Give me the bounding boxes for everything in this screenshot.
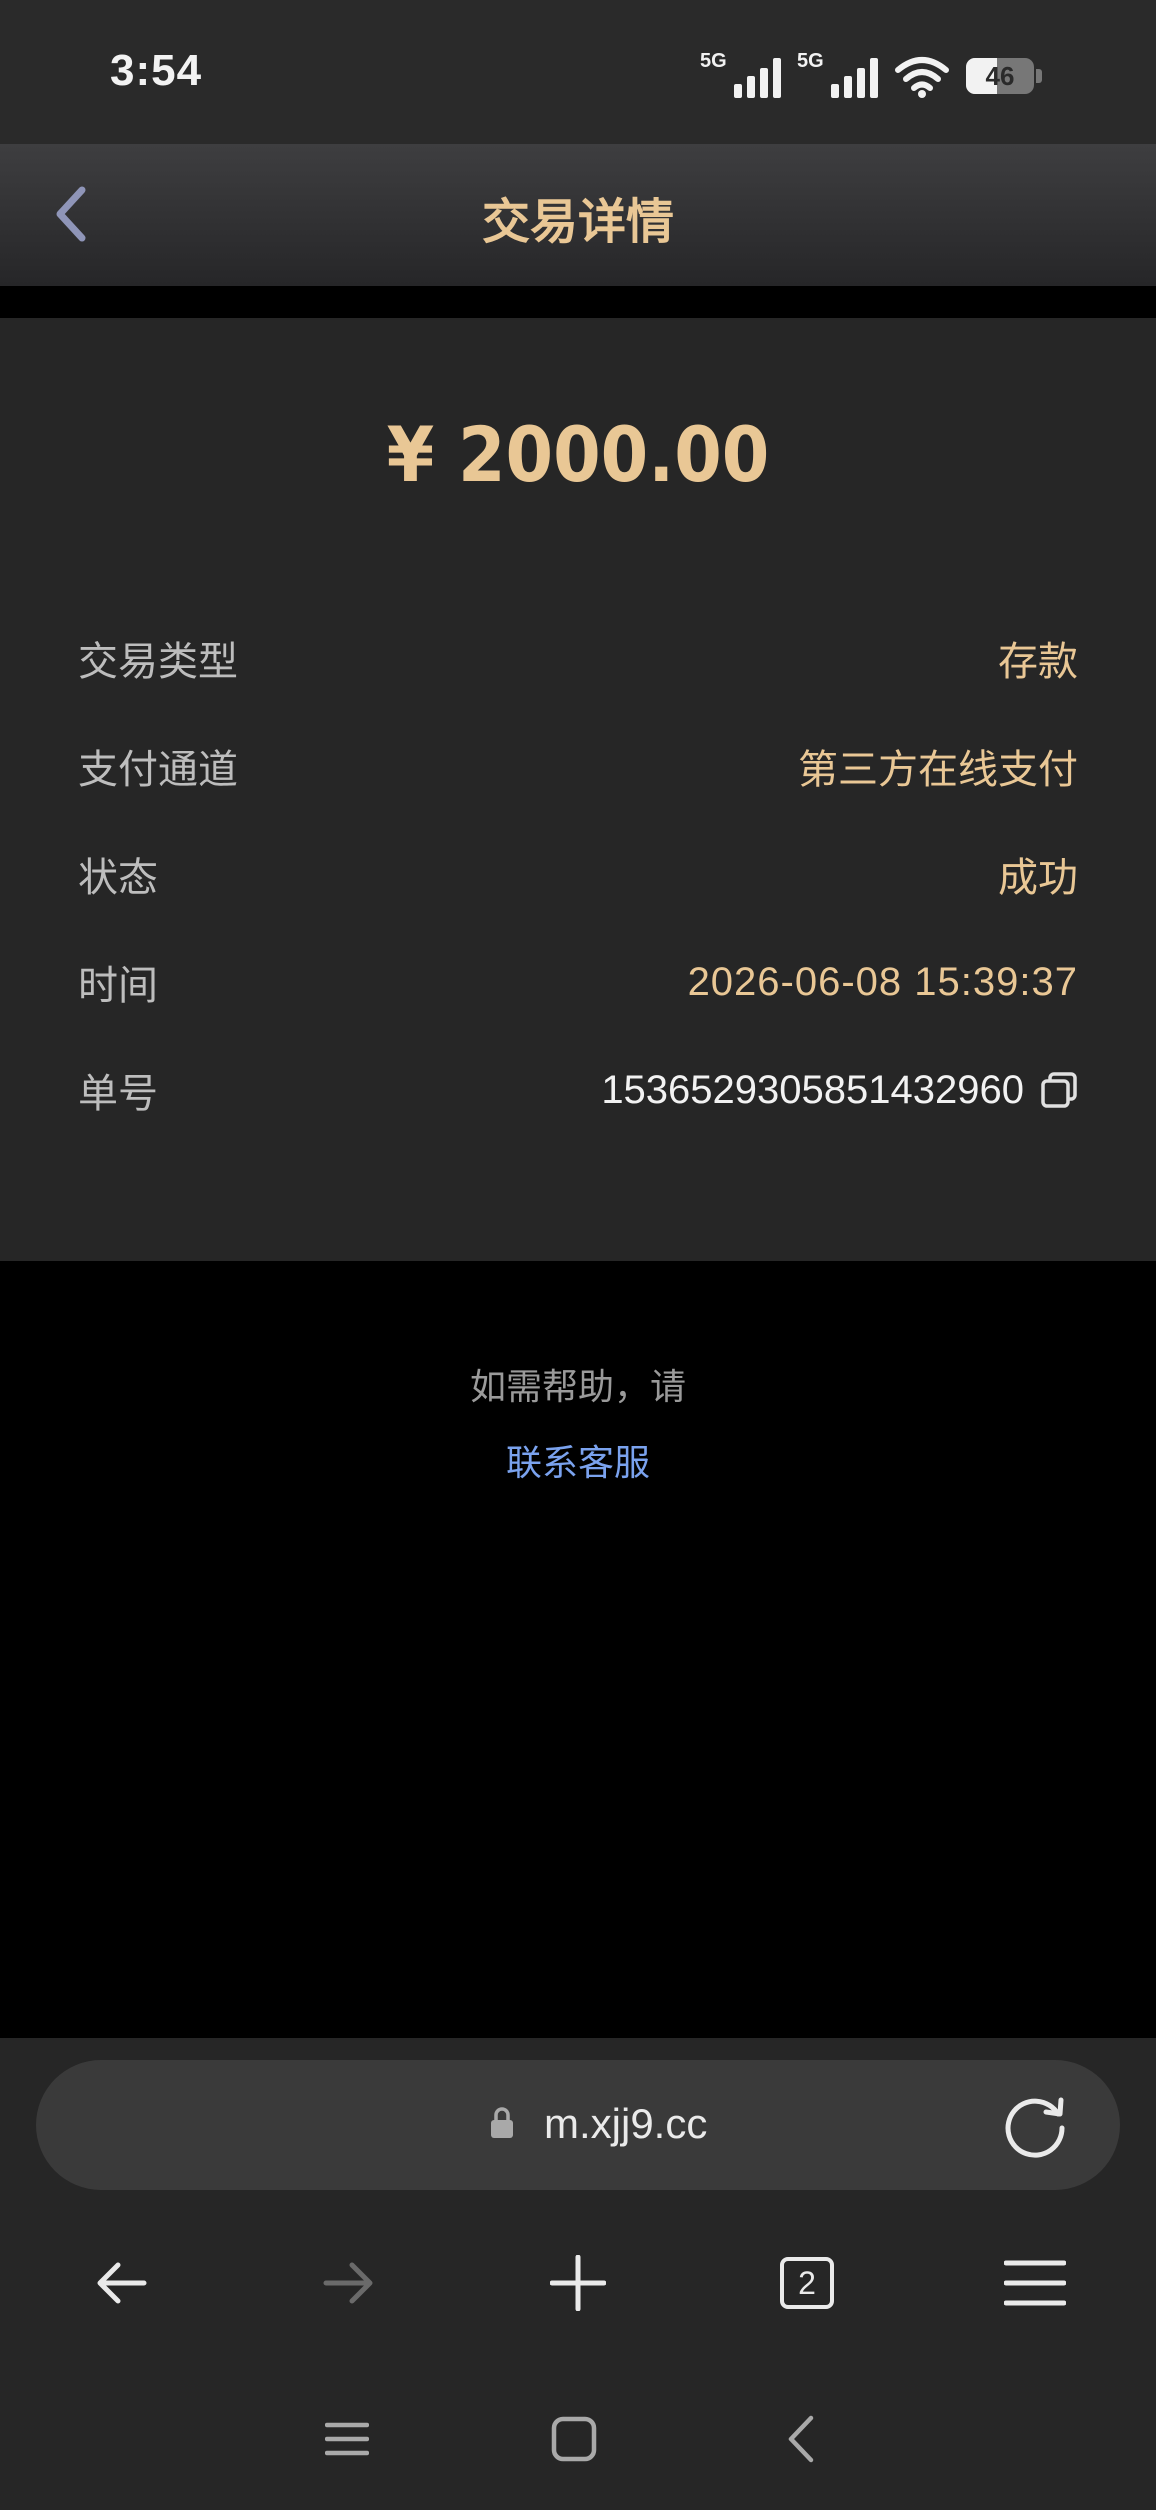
plus-icon <box>550 2255 606 2311</box>
page-header: 交易详情 <box>0 144 1156 286</box>
status-bar: 3:54 5G 5G 46 <box>0 0 1156 144</box>
order-number-value: 1536529305851432960 <box>601 1067 1024 1112</box>
detail-row-time: 时间 2026-06-08 15:39:37 <box>78 952 1078 1012</box>
copy-icon[interactable] <box>1040 1071 1078 1109</box>
help-text: 如需帮助，请 <box>469 1367 686 1408</box>
transaction-amount: ¥ 2000.00 <box>386 410 770 499</box>
order-number-group: 1536529305851432960 <box>601 1068 1078 1113</box>
back-triangle-icon <box>788 2415 814 2463</box>
network-type-label: 5G <box>700 50 727 72</box>
system-nav-bar <box>0 2368 1156 2510</box>
status-time: 3:54 <box>110 46 203 95</box>
recent-apps-icon <box>325 2422 369 2456</box>
detail-value: 2026-06-08 15:39:37 <box>687 959 1078 1004</box>
browser-back-button[interactable] <box>66 2228 176 2338</box>
page-title: 交易详情 <box>481 194 674 250</box>
detail-row-channel: 支付通道 第三方在线支付 <box>78 736 1078 796</box>
home-icon <box>551 2416 597 2462</box>
transaction-card: ¥ 2000.00 交易类型 存款 支付通道 第三方在线支付 状态 成功 时间 … <box>0 318 1156 1261</box>
new-tab-button[interactable] <box>523 2228 633 2338</box>
detail-row-type: 交易类型 存款 <box>78 628 1078 688</box>
signal-icon-sim1: 5G <box>700 50 781 98</box>
detail-label: 状态 <box>78 855 158 901</box>
detail-value: 第三方在线支付 <box>798 747 1078 793</box>
detail-label: 支付通道 <box>78 747 238 793</box>
system-back-button[interactable] <box>766 2404 836 2474</box>
detail-label: 单号 <box>78 1071 158 1117</box>
arrow-left-icon <box>97 2262 147 2304</box>
contact-support-link[interactable]: 联系客服 <box>0 1434 1156 1486</box>
tab-count: 2 <box>780 2257 834 2309</box>
browser-nav-row: 2 <box>0 2228 1156 2338</box>
detail-row-status: 状态 成功 <box>78 844 1078 904</box>
lock-icon <box>491 2107 513 2138</box>
detail-value: 成功 <box>998 855 1078 901</box>
recent-apps-button[interactable] <box>312 2404 382 2474</box>
screen: 3:54 5G 5G 46 交易详情 ¥ 2000.00 交易类型 存款 支付通… <box>0 0 1156 2510</box>
detail-label: 时间 <box>78 963 158 1009</box>
battery-icon: 46 <box>966 58 1042 94</box>
tabs-button[interactable]: 2 <box>752 2228 862 2338</box>
hamburger-menu-icon <box>1004 2260 1066 2306</box>
detail-row-order-number: 单号 1536529305851432960 <box>78 1060 1078 1120</box>
url-text: m.xjj9.cc <box>544 2100 708 2147</box>
address-bar[interactable]: m.xjj9.cc <box>36 2060 1120 2190</box>
menu-button[interactable] <box>980 2228 1090 2338</box>
battery-level: 46 <box>985 60 1015 91</box>
wifi-icon <box>895 57 949 98</box>
signal-icon-sim2: 5G <box>797 50 878 98</box>
detail-label: 交易类型 <box>78 639 238 685</box>
browser-forward-button[interactable] <box>294 2228 404 2338</box>
arrow-right-icon <box>323 2262 373 2304</box>
status-icons: 5G 5G 46 <box>700 50 1042 102</box>
reload-icon[interactable] <box>998 2088 1072 2162</box>
detail-value: 存款 <box>998 639 1078 685</box>
browser-toolbar: m.xjj9.cc 2 <box>0 2038 1156 2368</box>
home-button[interactable] <box>539 2404 609 2474</box>
network-type-label: 5G <box>797 50 824 72</box>
